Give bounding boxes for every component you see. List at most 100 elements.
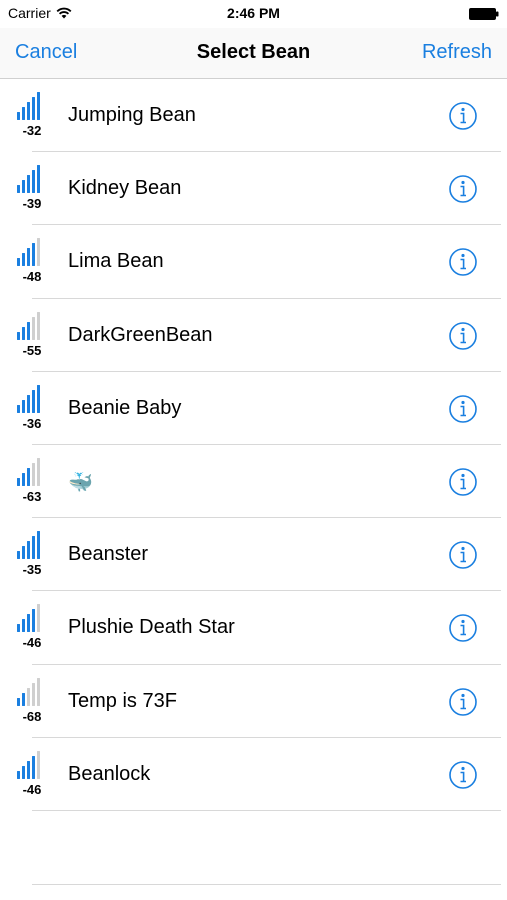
signal-bar bbox=[32, 243, 35, 267]
rssi-value: -48 bbox=[22, 269, 42, 285]
list-item[interactable]: -46 Beanlock bbox=[0, 738, 507, 812]
signal-bar bbox=[32, 609, 35, 633]
signal-bar bbox=[32, 536, 35, 560]
bean-name: Lima Bean bbox=[68, 250, 164, 273]
signal-bar bbox=[17, 770, 20, 779]
signal-strength-icon bbox=[17, 531, 47, 560]
signal-bar bbox=[22, 472, 25, 486]
signal-bar bbox=[37, 531, 40, 560]
list-item[interactable]: -68 Temp is 73F bbox=[0, 665, 507, 738]
bean-name: Temp is 73F bbox=[68, 689, 177, 712]
status-bar: Carrier 2:46 PM bbox=[0, 0, 507, 28]
rssi-value: -32 bbox=[22, 123, 42, 138]
status-time: 2:46 PM bbox=[227, 5, 280, 21]
info-circle-icon[interactable] bbox=[448, 687, 478, 717]
info-circle-icon[interactable] bbox=[448, 247, 478, 277]
list-item[interactable]: -48 Lima Bean bbox=[0, 225, 507, 299]
signal-bar bbox=[37, 384, 40, 413]
signal-bar bbox=[32, 755, 35, 779]
signal-bar bbox=[32, 682, 35, 706]
rssi-value: -36 bbox=[22, 415, 42, 431]
info-circle-icon[interactable] bbox=[448, 467, 478, 497]
signal-bar bbox=[17, 697, 20, 706]
signal-bar bbox=[22, 546, 25, 560]
signal-strength-icon bbox=[17, 92, 47, 120]
signal-strength-icon bbox=[17, 677, 47, 706]
signal-strength-icon bbox=[17, 457, 47, 486]
list-item[interactable]: -46 Plushie Death Star bbox=[0, 591, 507, 665]
bean-name: Beanlock bbox=[68, 762, 151, 785]
signal-bar bbox=[37, 604, 40, 633]
info-circle-icon[interactable] bbox=[448, 174, 478, 204]
signal-bar bbox=[37, 165, 40, 194]
signal-bar bbox=[27, 321, 30, 340]
signal-bar bbox=[27, 614, 30, 633]
signal-strength-icon bbox=[17, 165, 47, 194]
signal-bar bbox=[37, 457, 40, 486]
signal-bar bbox=[17, 112, 20, 120]
signal-bar bbox=[32, 316, 35, 340]
signal-bar bbox=[37, 750, 40, 779]
signal-bar bbox=[37, 311, 40, 340]
info-circle-icon[interactable] bbox=[448, 760, 478, 790]
signal-strength-icon bbox=[17, 311, 47, 340]
signal-bar bbox=[37, 677, 40, 706]
list-item[interactable]: -39 Kidney Bean bbox=[0, 152, 507, 226]
bean-list: -32 Jumping Bean -39 Kidney Bean -48 Lima Bea… bbox=[0, 79, 507, 812]
signal-bar bbox=[17, 404, 20, 413]
signal-strength-icon bbox=[17, 384, 47, 413]
signal-bar bbox=[17, 258, 20, 267]
signal-bar bbox=[32, 389, 35, 413]
rssi-value: -55 bbox=[22, 342, 42, 358]
signal-bar bbox=[22, 180, 25, 194]
signal-bar bbox=[37, 92, 40, 120]
info-circle-icon[interactable] bbox=[448, 321, 478, 351]
signal-bar bbox=[22, 692, 25, 706]
signal-bar bbox=[32, 462, 35, 486]
rssi-value: -35 bbox=[22, 562, 42, 578]
battery-icon bbox=[469, 8, 499, 20]
signal-bar bbox=[27, 467, 30, 486]
signal-bar bbox=[22, 399, 25, 413]
rssi-value: -39 bbox=[22, 196, 42, 212]
signal-bar bbox=[22, 619, 25, 633]
info-circle-icon[interactable] bbox=[448, 101, 478, 131]
signal-bar bbox=[27, 394, 30, 413]
signal-bar bbox=[27, 687, 30, 706]
list-item[interactable]: -35 Beanster bbox=[0, 518, 507, 592]
rssi-value: -63 bbox=[22, 488, 42, 504]
bean-name: 🐳 bbox=[68, 471, 93, 494]
list-item[interactable]: -55 DarkGreenBean bbox=[0, 299, 507, 372]
signal-bar bbox=[17, 551, 20, 560]
bean-name: Jumping Bean bbox=[68, 104, 196, 126]
signal-bar bbox=[17, 331, 20, 340]
signal-bar bbox=[37, 238, 40, 267]
signal-bar bbox=[27, 248, 30, 267]
list-separator bbox=[32, 884, 501, 885]
rssi-value: -46 bbox=[22, 635, 42, 651]
signal-bar bbox=[22, 107, 25, 120]
signal-bar bbox=[22, 326, 25, 340]
rssi-value: -46 bbox=[22, 781, 42, 797]
list-item[interactable]: -32 Jumping Bean bbox=[0, 79, 507, 153]
signal-bar bbox=[22, 253, 25, 267]
signal-strength-icon bbox=[17, 238, 47, 267]
rssi-value: -68 bbox=[22, 708, 42, 724]
bean-name: Beanster bbox=[68, 543, 149, 566]
info-circle-icon[interactable] bbox=[448, 540, 478, 570]
list-item[interactable]: -36 Beanie Baby bbox=[0, 372, 507, 446]
signal-bar bbox=[22, 765, 25, 779]
signal-bar bbox=[27, 541, 30, 560]
info-circle-icon[interactable] bbox=[448, 394, 478, 424]
info-circle-icon[interactable] bbox=[448, 613, 478, 643]
refresh-button[interactable]: Refresh bbox=[422, 41, 492, 64]
bean-name: Kidney Bean bbox=[68, 177, 182, 200]
signal-bar bbox=[17, 185, 20, 194]
signal-bar bbox=[27, 760, 30, 779]
signal-bar bbox=[32, 97, 35, 120]
signal-bar bbox=[32, 170, 35, 194]
signal-bar bbox=[27, 102, 30, 120]
list-item[interactable]: -63 🐳 bbox=[0, 445, 507, 519]
signal-strength-icon bbox=[17, 604, 47, 633]
signal-strength-icon bbox=[17, 750, 47, 779]
